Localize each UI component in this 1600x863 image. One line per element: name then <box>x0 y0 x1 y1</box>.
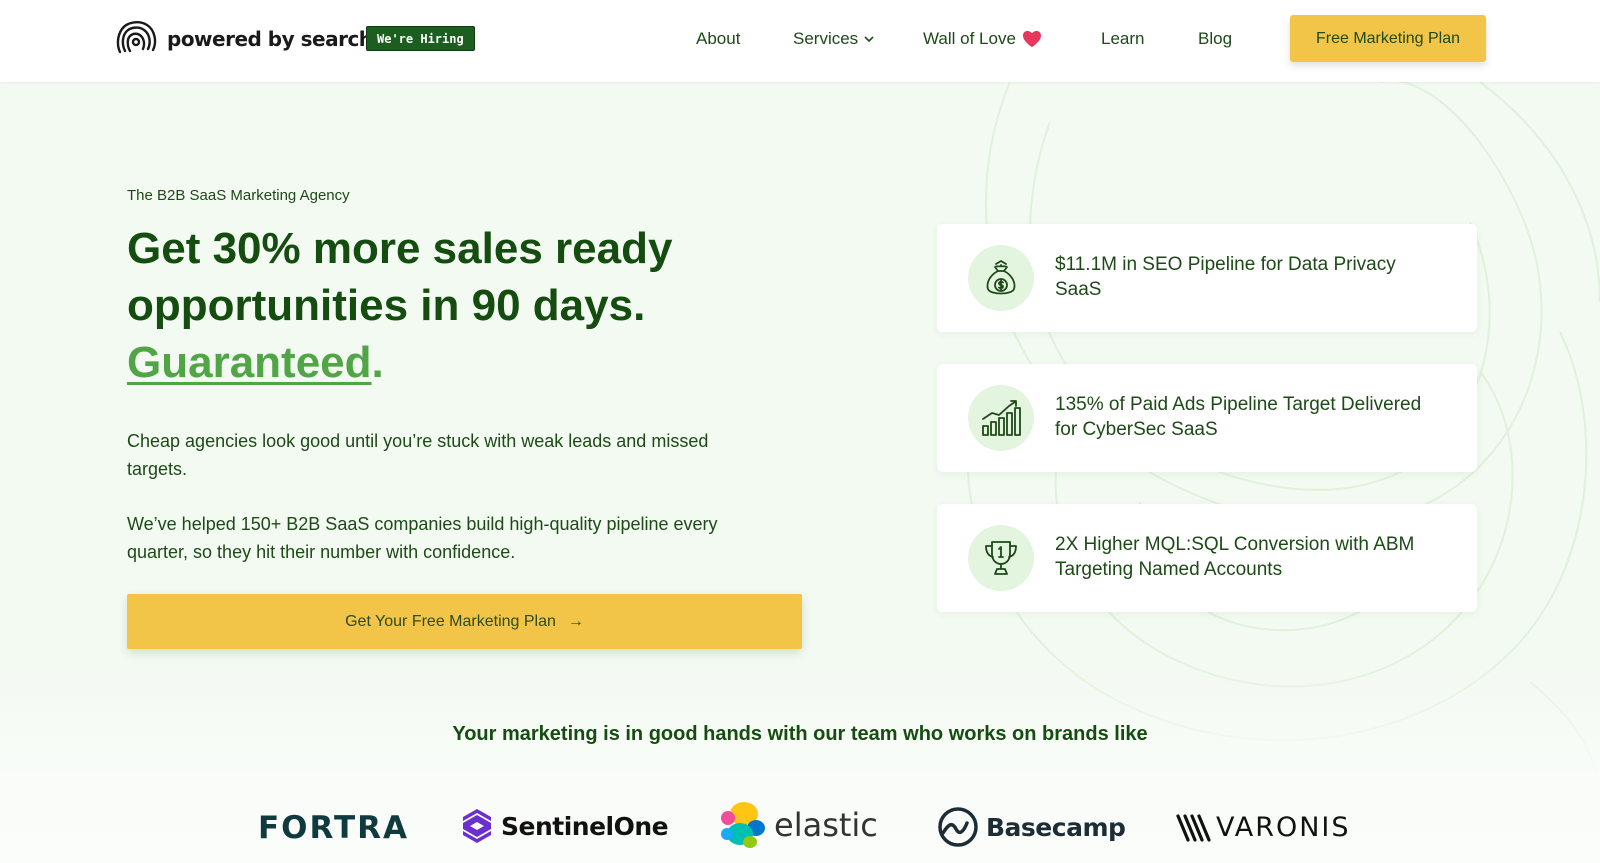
nav-about[interactable]: About <box>696 28 740 50</box>
headline-line-2: opportunities in 90 days. <box>127 281 646 330</box>
fingerprint-logo-icon <box>116 21 157 54</box>
get-free-marketing-plan-button[interactable]: Get Your Free Marketing Plan → <box>127 594 802 649</box>
hero-paragraph-1: Cheap agencies look good until you’re st… <box>127 431 709 479</box>
varonis-logo: VARONIS <box>1176 812 1351 843</box>
stat-card-seo: $11.1M in SEO Pipeline for Data Privacy … <box>937 224 1477 332</box>
hiring-badge[interactable]: We're Hiring <box>366 26 475 51</box>
hero-headline: Get 30% more sales ready opportunities i… <box>127 220 827 391</box>
elastic-mark-icon <box>721 802 765 848</box>
free-marketing-plan-button[interactable]: Free Marketing Plan <box>1290 15 1486 62</box>
nav-about-label: About <box>696 29 741 48</box>
elastic-logo: elastic <box>718 800 878 850</box>
cta-label: Get Your Free Marketing Plan <box>345 612 556 630</box>
sentinelone-logo: SentinelOne <box>461 808 669 844</box>
basecamp-mark-icon <box>938 807 978 847</box>
money-bag-icon <box>968 245 1034 311</box>
nav-services-label: Services <box>793 29 859 48</box>
sentinelone-mark-icon <box>463 809 491 843</box>
stat-card-paid-ads: 135% of Paid Ads Pipeline Target Deliver… <box>937 364 1477 472</box>
bar-chart-growth-icon <box>968 385 1034 451</box>
trophy-icon <box>968 525 1034 591</box>
stat-text: 135% of Paid Ads Pipeline Target Deliver… <box>1055 394 1422 440</box>
nav-learn[interactable]: Learn <box>1101 28 1144 50</box>
basecamp-logo: Basecamp <box>936 807 1126 847</box>
heart-icon <box>1022 30 1041 48</box>
nav-wall-of-love-label: Wall of Love <box>923 29 1016 48</box>
nav-wall-of-love[interactable]: Wall of Love <box>923 28 1042 50</box>
nav-learn-label: Learn <box>1101 29 1145 48</box>
stat-text: $11.1M in SEO Pipeline for Data Privacy … <box>1055 254 1396 300</box>
brands-heading: Your marketing is in good hands with our… <box>452 723 1148 745</box>
stat-card-abm: 2X Higher MQL:SQL Conversion with ABM Ta… <box>937 504 1477 612</box>
hero-eyebrow: The B2B SaaS Marketing Agency <box>127 187 350 204</box>
hero-paragraph-2: We’ve helped 150+ B2B SaaS companies bui… <box>127 514 718 562</box>
site-header: powered by search We're Hiring About Ser… <box>0 0 1600 82</box>
basecamp-wordmark: Basecamp <box>986 812 1126 842</box>
fortra-logo: FORTRA <box>258 810 410 846</box>
headline-line-1: Get 30% more sales ready <box>127 224 673 273</box>
nav-services[interactable]: Services <box>793 28 874 50</box>
stat-text: 2X Higher MQL:SQL Conversion with ABM Ta… <box>1055 534 1415 580</box>
varonis-mark-icon <box>1176 813 1211 842</box>
varonis-wordmark: VARONIS <box>1216 812 1351 843</box>
nav-blog[interactable]: Blog <box>1198 28 1232 50</box>
logo[interactable]: powered by search <box>115 18 373 60</box>
logo-text: powered by search <box>167 27 373 51</box>
chevron-down-icon <box>864 35 874 42</box>
headline-accent: Guaranteed <box>127 338 372 387</box>
arrow-right-icon: → <box>567 612 584 630</box>
headline-period: . <box>371 338 384 387</box>
sentinelone-wordmark: SentinelOne <box>501 811 669 841</box>
nav-blog-label: Blog <box>1198 29 1233 48</box>
elastic-wordmark: elastic <box>774 806 878 844</box>
